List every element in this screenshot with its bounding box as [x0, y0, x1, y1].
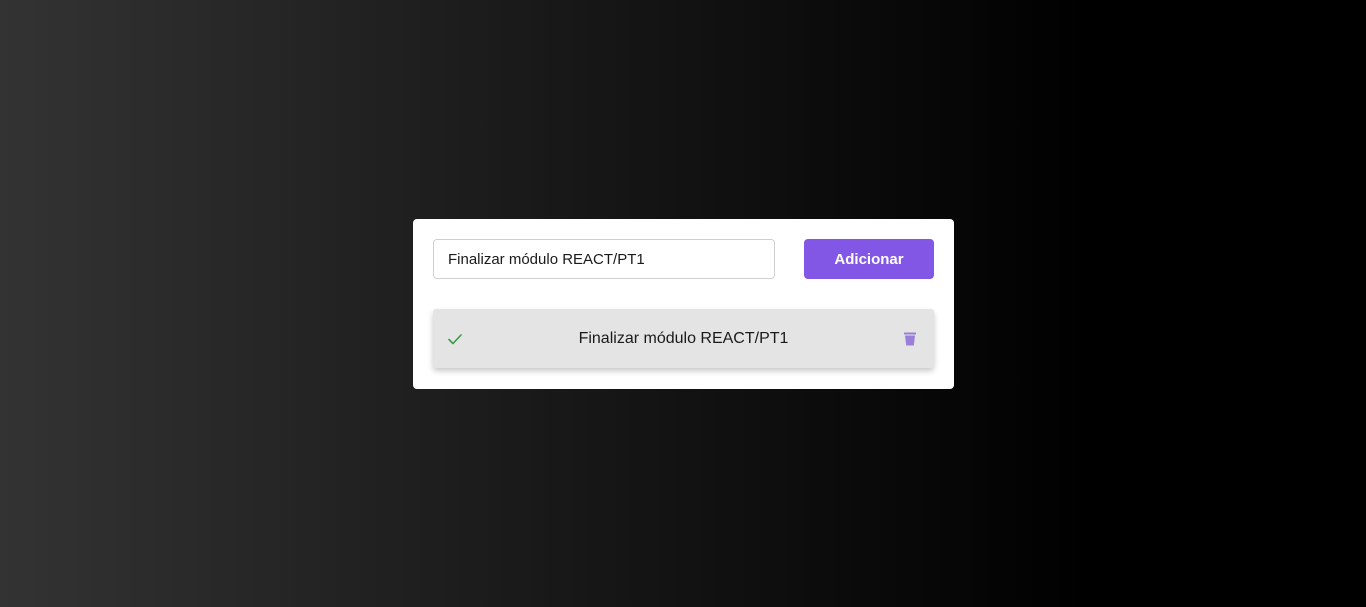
todo-card: Adicionar Finalizar módulo REACT/PT1	[413, 219, 954, 389]
todo-text: Finalizar módulo REACT/PT1	[578, 330, 789, 347]
task-input[interactable]	[433, 239, 775, 279]
add-button[interactable]: Adicionar	[804, 239, 934, 279]
trash-icon[interactable]	[904, 332, 916, 346]
todo-list: Finalizar módulo REACT/PT1	[433, 309, 934, 368]
todo-item: Finalizar módulo REACT/PT1	[433, 309, 934, 368]
check-icon[interactable]	[447, 331, 463, 347]
